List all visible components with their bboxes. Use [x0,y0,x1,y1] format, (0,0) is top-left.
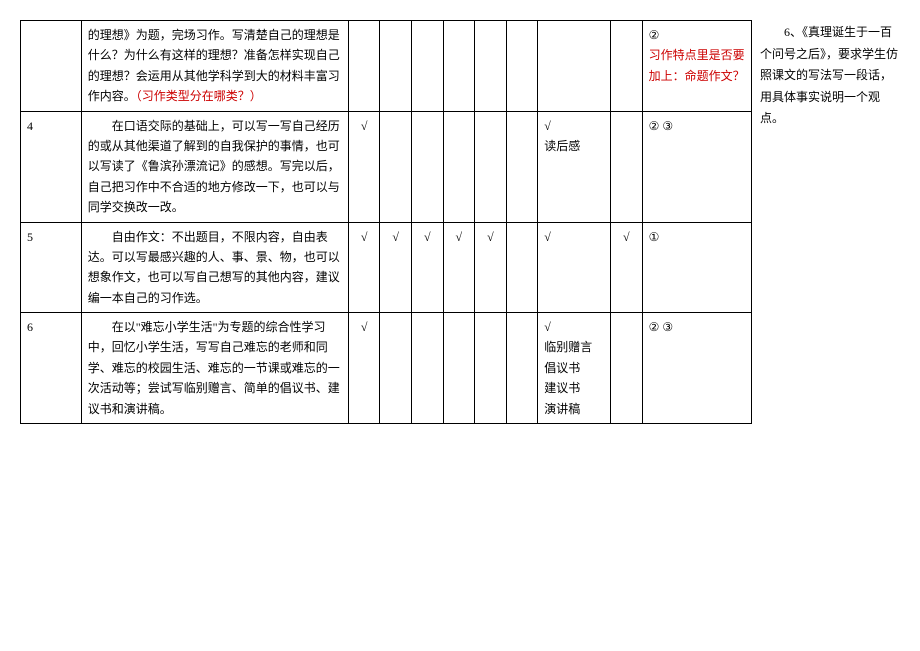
type-cell: √ [538,222,611,313]
content-text: （习作类型分在哪类？） [136,89,262,103]
check-cell [443,313,475,424]
mid-cell [611,21,643,112]
check-cell [506,222,538,313]
check-cell: √ [348,313,380,424]
row-number [21,21,82,112]
check-cell [443,21,475,112]
check-cell [411,111,443,222]
check-cell [506,21,538,112]
mid-cell [611,313,643,424]
check-cell: √ [443,222,475,313]
table-row: 4在口语交际的基础上，可以写一写自己经历的或从其他渠道了解到的自我保护的事情，也… [21,111,752,222]
check-cell [475,111,507,222]
marks-text: 习作特点里是否要加上：命题作文？ [649,45,745,86]
row-number: 5 [21,222,82,313]
check-cell [443,111,475,222]
check-cell [380,313,412,424]
table-row: 6在以"难忘小学生活"为专题的综合性学习中，回忆小学生活，写写自己难忘的老师和同… [21,313,752,424]
check-cell [348,21,380,112]
check-cell [475,21,507,112]
table-row: 5自由作文：不出题目，不限内容，自由表达。可以写最感兴趣的人、事、景、物，也可以… [21,222,752,313]
check-cell [506,111,538,222]
marks-text: ② ③ [649,116,745,136]
marks-cell: ① [642,222,751,313]
row-content: 自由作文：不出题目，不限内容，自由表达。可以写最感兴趣的人、事、景、物，也可以想… [81,222,348,313]
mid-cell: √ [611,222,643,313]
marks-text: ① [649,227,745,247]
mid-cell [611,111,643,222]
check-cell: √ [475,222,507,313]
check-cell: √ [411,222,443,313]
check-cell [506,313,538,424]
side-note: 6、《真理诞生于一百个问号之后》，要求学生仿照课文的写法写一段话，用具体事实说明… [760,20,900,424]
check-cell: √ [348,222,380,313]
marks-text: ② [649,25,745,45]
marks-cell: ② ③ [642,313,751,424]
check-cell: √ [348,111,380,222]
content-text: 自由作文：不出题目，不限内容，自由表达。可以写最感兴趣的人、事、景、物，也可以想… [88,227,342,309]
check-cell [380,111,412,222]
check-cell [411,313,443,424]
row-content: 在口语交际的基础上，可以写一写自己经历的或从其他渠道了解到的自我保护的事情，也可… [81,111,348,222]
content-text: 在口语交际的基础上，可以写一写自己经历的或从其他渠道了解到的自我保护的事情，也可… [88,116,342,218]
row-number: 6 [21,313,82,424]
check-cell [475,313,507,424]
check-cell [380,21,412,112]
marks-text: ② ③ [649,317,745,337]
row-content: 的理想》为题，完场习作。写清楚自己的理想是什么？为什么有这样的理想？准备怎样实现… [81,21,348,112]
check-cell: √ [380,222,412,313]
type-cell [538,21,611,112]
document-table: 的理想》为题，完场习作。写清楚自己的理想是什么？为什么有这样的理想？准备怎样实现… [20,20,752,424]
marks-cell: ②习作特点里是否要加上：命题作文？ [642,21,751,112]
content-text: 在以"难忘小学生活"为专题的综合性学习中，回忆小学生活，写写自己难忘的老师和同学… [88,317,342,419]
marks-cell: ② ③ [642,111,751,222]
row-content: 在以"难忘小学生活"为专题的综合性学习中，回忆小学生活，写写自己难忘的老师和同学… [81,313,348,424]
type-cell: √ 临别赠言 倡议书 建议书 演讲稿 [538,313,611,424]
row-number: 4 [21,111,82,222]
check-cell [411,21,443,112]
type-cell: √ 读后感 [538,111,611,222]
table-row: 的理想》为题，完场习作。写清楚自己的理想是什么？为什么有这样的理想？准备怎样实现… [21,21,752,112]
